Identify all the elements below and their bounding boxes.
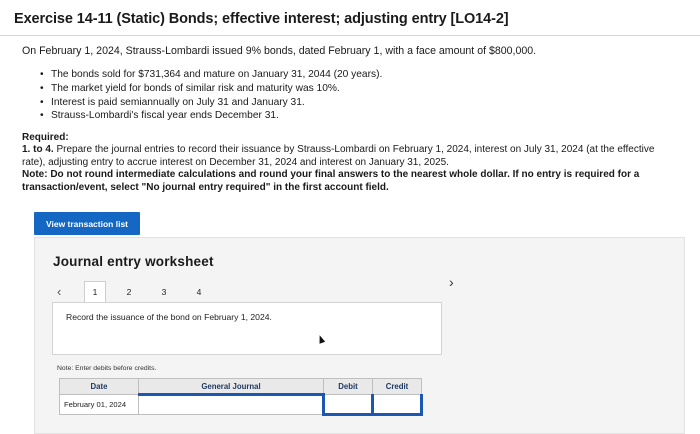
chevron-left-icon[interactable]: ‹ [57, 284, 61, 299]
tab-entry-3[interactable]: 3 [153, 281, 175, 303]
account-select[interactable] [138, 394, 324, 415]
page-title: Exercise 14-11 (Static) Bonds; effective… [14, 11, 509, 27]
journal-header-row: Date General Journal Debit Credit [59, 378, 422, 396]
tab-entry-4[interactable]: 4 [188, 281, 210, 303]
column-header-date: Date [59, 378, 139, 395]
row-date: February 01, 2024 [59, 394, 139, 415]
problem-facts-list: The bonds sold for $731,364 and mature o… [40, 68, 382, 123]
worksheet-title: Journal entry worksheet [53, 254, 214, 269]
fact-item: Interest is paid semiannually on July 31… [40, 96, 382, 110]
journal-table: Date General Journal Debit Credit Februa… [59, 378, 423, 416]
title-divider [0, 35, 700, 36]
fact-item: Strauss-Lombardi's fiscal year ends Dece… [40, 109, 382, 123]
column-header-general-journal: General Journal [138, 378, 324, 396]
tab-entry-2[interactable]: 2 [118, 281, 140, 303]
journal-entry-worksheet-panel: Journal entry worksheet ‹ 1 2 3 4 › Reco… [34, 237, 685, 434]
required-note: Note: Do not round intermediate calculat… [22, 169, 640, 193]
fact-item: The bonds sold for $731,364 and mature o… [40, 68, 382, 82]
fact-item: The market yield for bonds of similar ri… [40, 82, 382, 96]
required-step-label: 1. to 4. [22, 144, 54, 156]
debit-input[interactable] [322, 394, 374, 416]
worksheet-note: Note: Enter debits before credits. [57, 365, 157, 372]
column-header-debit: Debit [323, 378, 373, 395]
chevron-right-icon[interactable]: › [449, 274, 454, 290]
problem-intro: On February 1, 2024, Strauss-Lombardi is… [22, 45, 537, 57]
tab-entry-1[interactable]: 1 [84, 281, 106, 303]
view-transaction-list-button[interactable]: View transaction list [34, 212, 140, 235]
entry-instruction: Record the issuance of the bond on Febru… [66, 312, 272, 322]
required-text: 1. to 4. Prepare the journal entries to … [22, 144, 672, 169]
credit-input[interactable] [371, 394, 423, 416]
entry-instruction-box: Record the issuance of the bond on Febru… [52, 302, 442, 355]
column-header-credit: Credit [372, 378, 422, 395]
required-heading: Required: [22, 132, 69, 143]
required-instructions: Prepare the journal entries to record th… [22, 144, 655, 168]
required-section: Required: 1. to 4. Prepare the journal e… [22, 132, 672, 194]
table-row: February 01, 2024 [59, 394, 423, 416]
